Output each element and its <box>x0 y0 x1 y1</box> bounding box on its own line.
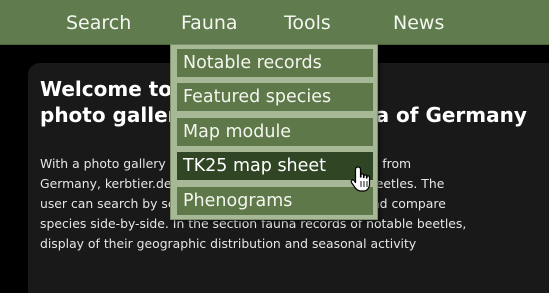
menu-item-phenograms[interactable]: Phenograms <box>177 187 373 215</box>
nav-item-tools[interactable]: Tools <box>284 11 331 35</box>
main-nav-bar: Search Fauna Tools News <box>0 0 549 45</box>
fauna-dropdown-menu: Notable records Featured species Map mod… <box>170 44 378 220</box>
nav-item-search[interactable]: Search <box>66 11 131 35</box>
menu-item-featured-species[interactable]: Featured species <box>177 83 373 111</box>
menu-item-tk25-map-sheet[interactable]: TK25 map sheet <box>177 152 373 180</box>
menu-item-notable-records[interactable]: Notable records <box>177 49 373 77</box>
nav-item-fauna[interactable]: Fauna <box>181 11 238 35</box>
hand-pointer-icon <box>350 166 371 192</box>
intro-line: display of their geographic distribution… <box>40 236 417 251</box>
menu-item-map-module[interactable]: Map module <box>177 118 373 146</box>
nav-item-news[interactable]: News <box>393 11 444 35</box>
